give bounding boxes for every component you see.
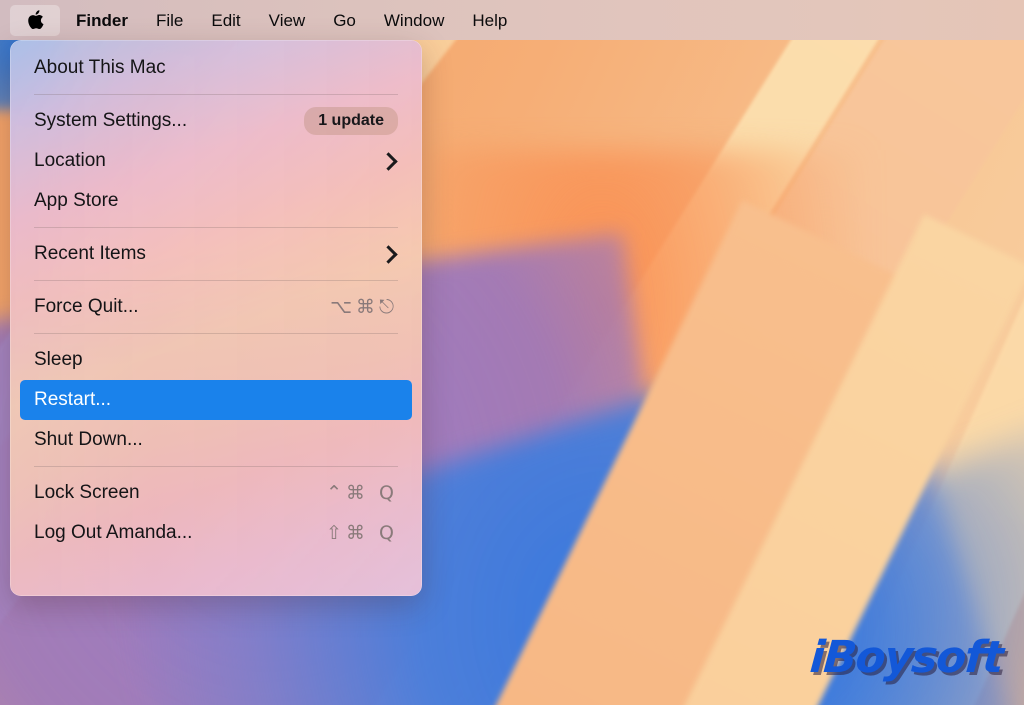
- menu-item-app-store[interactable]: App Store: [20, 181, 412, 221]
- desktop-screen: iBoysoft Finder File Edit View Go Window…: [0, 0, 1024, 705]
- menu-item-log-out[interactable]: Log Out Amanda... ⇧⌘ Q: [20, 513, 412, 553]
- menu-bar: Finder File Edit View Go Window Help: [0, 0, 1024, 40]
- menu-item-label: Location: [34, 150, 106, 171]
- menu-item-shut-down[interactable]: Shut Down...: [20, 420, 412, 460]
- chevron-right-icon: [379, 151, 398, 171]
- menu-separator: [34, 280, 398, 281]
- menu-item-label: Lock Screen: [34, 482, 140, 503]
- menu-bar-item-go[interactable]: Go: [319, 5, 370, 36]
- menu-item-system-settings[interactable]: System Settings... 1 update: [20, 101, 412, 141]
- menu-item-sleep[interactable]: Sleep: [20, 340, 412, 380]
- menu-separator: [34, 227, 398, 228]
- menu-item-label: Restart...: [34, 389, 112, 410]
- menu-item-recent-items[interactable]: Recent Items: [20, 234, 412, 274]
- menu-item-about-this-mac[interactable]: About This Mac: [20, 48, 412, 88]
- menu-bar-item-finder[interactable]: Finder: [62, 5, 142, 36]
- menu-separator: [34, 466, 398, 467]
- menu-item-restart[interactable]: Restart...: [20, 380, 412, 420]
- menu-bar-item-window[interactable]: Window: [370, 5, 458, 36]
- menu-bar-item-edit[interactable]: Edit: [197, 5, 254, 36]
- menu-item-force-quit[interactable]: Force Quit... ⌥⌘⎋: [20, 287, 412, 327]
- menu-separator: [34, 333, 398, 334]
- menu-item-lock-screen[interactable]: Lock Screen ⌃⌘ Q: [20, 473, 412, 513]
- menu-bar-item-help[interactable]: Help: [458, 5, 521, 36]
- keyboard-shortcut: ⌥⌘⎋: [330, 296, 398, 318]
- menu-separator: [34, 94, 398, 95]
- apple-menu-dropdown: About This Mac System Settings... 1 upda…: [10, 40, 422, 596]
- menu-item-label: Force Quit...: [34, 296, 139, 317]
- menu-item-label: About This Mac: [34, 57, 166, 78]
- apple-logo-icon: [26, 9, 44, 31]
- menu-item-label: Recent Items: [34, 243, 146, 264]
- menu-item-location[interactable]: Location: [20, 141, 412, 181]
- menu-bar-item-file[interactable]: File: [142, 5, 197, 36]
- menu-item-label: Sleep: [34, 349, 83, 370]
- menu-bar-item-view[interactable]: View: [255, 5, 320, 36]
- menu-item-label: App Store: [34, 190, 119, 211]
- keyboard-shortcut: ⌃⌘ Q: [326, 482, 398, 504]
- menu-item-label: Shut Down...: [34, 429, 143, 450]
- iboysoft-watermark: iBoysoft: [808, 632, 1004, 683]
- chevron-right-icon: [379, 244, 398, 264]
- menu-item-label: Log Out Amanda...: [34, 522, 193, 543]
- update-count-badge: 1 update: [304, 107, 398, 135]
- keyboard-shortcut: ⇧⌘ Q: [326, 522, 398, 544]
- apple-menu-button[interactable]: [10, 4, 60, 36]
- menu-item-label: System Settings...: [34, 110, 188, 131]
